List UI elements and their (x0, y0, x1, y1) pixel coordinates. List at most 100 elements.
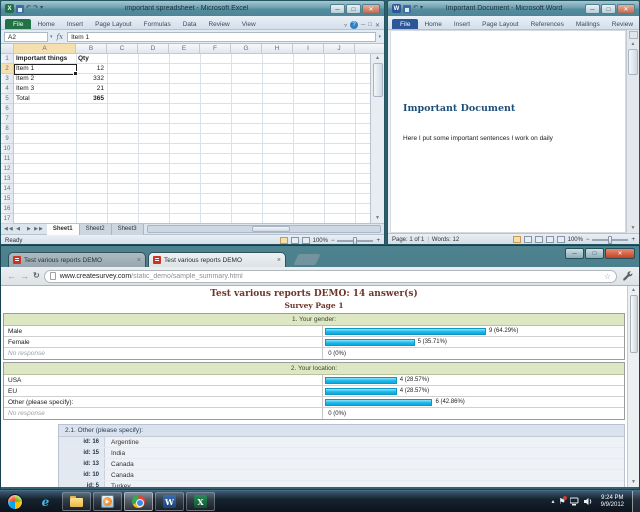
row-header-4[interactable]: 4 (1, 84, 13, 94)
zoom-slider[interactable] (592, 239, 628, 241)
print-layout-view-icon[interactable] (513, 236, 521, 243)
word-page-count[interactable]: Page: 1 of 1 (392, 237, 424, 243)
zoom-slider-thumb[interactable] (608, 236, 612, 244)
zoom-level[interactable]: 100% (568, 237, 583, 243)
cell-B1[interactable]: Qty (76, 54, 107, 64)
column-header-A[interactable]: A (14, 44, 76, 53)
column-header-C[interactable]: C (107, 44, 138, 53)
taskbar-ie-icon[interactable]: e (31, 492, 60, 511)
excel-ribbon-tab-review[interactable]: Review (202, 19, 235, 29)
scroll-up-icon[interactable]: ▲ (631, 286, 636, 295)
back-icon[interactable]: ← (7, 271, 16, 281)
formula-input[interactable]: Item 1 (67, 32, 376, 42)
sheet-nav-right-icons[interactable]: ▶ ▶▶ (24, 226, 47, 232)
minimize-button[interactable]: ─ (585, 4, 600, 14)
sheet-tab-sheet3[interactable]: Sheet3 (112, 224, 144, 235)
name-box-dropdown-icon[interactable]: ▾ (50, 34, 53, 40)
excel-ribbon-tab-insert[interactable]: Insert (61, 19, 89, 29)
row-header-12[interactable]: 12 (1, 164, 13, 174)
word-ribbon-tab-review[interactable]: Review (606, 19, 639, 29)
word-ribbon-tab-references[interactable]: References (525, 19, 570, 29)
new-tab-button[interactable] (293, 254, 320, 265)
browser-tab-1[interactable]: Test various reports DEMO × (8, 252, 146, 267)
taskbar-word-icon[interactable]: W (155, 492, 184, 511)
maximize-button[interactable]: □ (346, 4, 361, 14)
word-ribbon-tab-insert[interactable]: Insert (448, 19, 476, 29)
excel-ribbon-tab-home[interactable]: Home (31, 19, 60, 29)
row-header-17[interactable]: 17 (1, 214, 13, 224)
undo-icon[interactable]: ↶ (26, 4, 31, 13)
word-ribbon-tab-home[interactable]: Home (418, 19, 447, 29)
column-header-I[interactable]: I (293, 44, 324, 53)
excel-ribbon-tab-view[interactable]: View (236, 19, 262, 29)
zoom-slider-thumb[interactable] (353, 237, 357, 245)
column-header-J[interactable]: J (324, 44, 355, 53)
forward-icon[interactable]: → (20, 271, 29, 281)
cell-A2[interactable]: Item 1 (14, 64, 76, 74)
help-icon[interactable]: ? (350, 21, 358, 29)
start-button[interactable] (7, 494, 23, 510)
minimize-button[interactable]: ─ (330, 4, 345, 14)
word-page[interactable]: Important Document Here I put some impor… (390, 30, 626, 233)
cell-B4[interactable]: 21 (76, 84, 107, 94)
bookmark-star-icon[interactable]: ☆ (604, 272, 611, 281)
page-layout-view-icon[interactable] (291, 237, 299, 244)
tab-close-icon[interactable]: × (277, 257, 281, 264)
cell-A3[interactable]: Item 2 (14, 74, 76, 84)
normal-view-icon[interactable] (280, 237, 288, 244)
scrollbar-thumb[interactable] (628, 49, 638, 75)
taskbar-excel-icon[interactable]: X (186, 492, 215, 511)
excel-ribbon-tab-formulas[interactable]: Formulas (138, 19, 177, 29)
cell-A1[interactable]: Important things (14, 54, 76, 64)
close-button[interactable]: ✕ (617, 4, 635, 14)
scrollbar-thumb[interactable] (630, 295, 638, 353)
scrollbar-thumb[interactable] (373, 63, 383, 97)
scroll-down-icon[interactable]: ▼ (375, 214, 380, 223)
zoom-level[interactable]: 100% (313, 238, 328, 244)
save-icon[interactable] (403, 5, 411, 13)
excel-ribbon-tab-file[interactable]: File (5, 19, 31, 29)
excel-ribbon-tab-data[interactable]: Data (177, 19, 203, 29)
row-header-2[interactable]: 2 (1, 64, 13, 74)
page-break-view-icon[interactable] (302, 237, 310, 244)
excel-cells-area[interactable]: Important thingsQtyItem 112Item 2332Item… (14, 54, 370, 223)
scroll-down-icon[interactable]: ▼ (631, 478, 636, 487)
cell-A4[interactable]: Item 3 (14, 84, 76, 94)
speaker-icon[interactable] (584, 497, 593, 506)
word-word-count[interactable]: Words: 12 (432, 237, 459, 243)
browser-vertical-scrollbar[interactable]: ▲ ▼ (627, 286, 639, 487)
row-header-13[interactable]: 13 (1, 174, 13, 184)
action-center-flag-icon[interactable]: ⚑ (558, 497, 565, 507)
sheet-tab-sheet2[interactable]: Sheet2 (80, 224, 112, 235)
row-header-15[interactable]: 15 (1, 194, 13, 204)
row-header-16[interactable]: 16 (1, 204, 13, 214)
row-header-6[interactable]: 6 (1, 104, 13, 114)
reload-icon[interactable]: ↻ (33, 271, 40, 281)
tray-expand-icon[interactable]: ▴ (551, 498, 554, 505)
taskbar-chrome-icon[interactable] (124, 492, 153, 511)
cell-A5[interactable]: Total (14, 94, 76, 104)
undo-icon[interactable]: ↶ (413, 4, 418, 13)
excel-app-icon[interactable]: X (5, 4, 14, 13)
name-box[interactable]: A2 (4, 32, 48, 42)
network-icon[interactable] (570, 497, 580, 506)
word-titlebar[interactable]: W ↶ ▾ Important Document - Microsoft Wor… (388, 1, 639, 16)
column-header-B[interactable]: B (76, 44, 107, 53)
scroll-up-icon[interactable]: ▲ (631, 40, 636, 49)
word-ribbon-tab-mailings[interactable]: Mailings (570, 19, 606, 29)
word-vertical-scrollbar[interactable]: ▲ ▼ (626, 30, 639, 233)
word-app-icon[interactable]: W (392, 4, 401, 13)
row-header-1[interactable]: 1 (1, 54, 13, 64)
excel-vertical-scrollbar[interactable]: ▲ ▼ (370, 54, 384, 223)
zoom-out-icon[interactable]: − (331, 238, 335, 244)
maximize-button[interactable]: □ (585, 248, 604, 259)
column-header-F[interactable]: F (200, 44, 231, 53)
fullscreen-view-icon[interactable] (524, 236, 532, 243)
zoom-in-icon[interactable]: + (376, 238, 380, 244)
row-header-10[interactable]: 10 (1, 144, 13, 154)
excel-ribbon-tab-page-layout[interactable]: Page Layout (89, 19, 138, 29)
scrollbar-thumb[interactable] (252, 226, 290, 232)
minimize-button[interactable]: ─ (565, 248, 584, 259)
column-header-E[interactable]: E (169, 44, 200, 53)
word-ribbon-tab-page-layout[interactable]: Page Layout (476, 19, 525, 29)
